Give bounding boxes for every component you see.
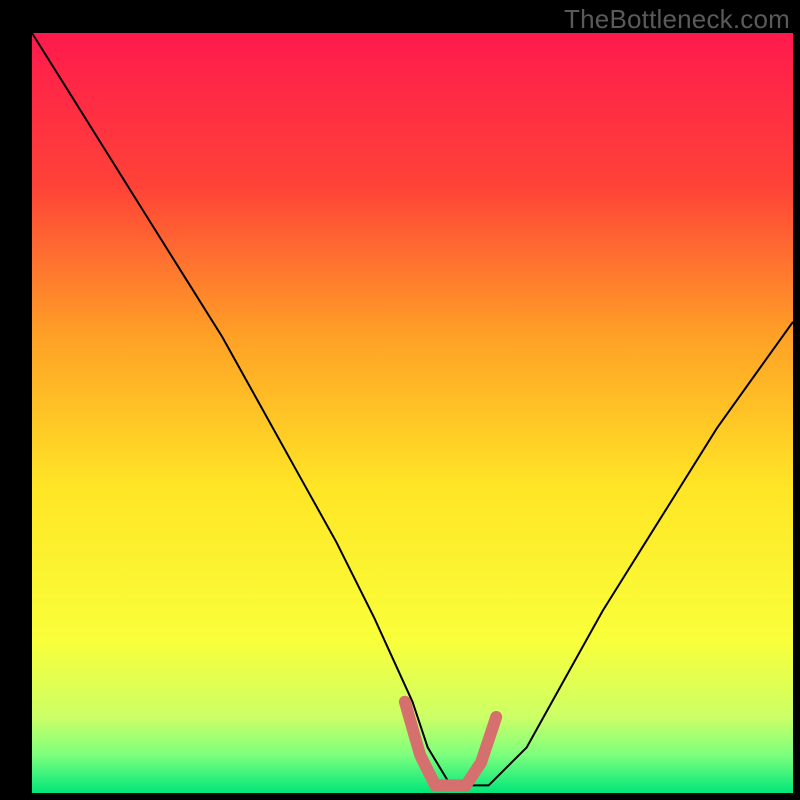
plot-background [32, 33, 793, 793]
bottleneck-chart [0, 0, 800, 800]
watermark-text: TheBottleneck.com [564, 4, 790, 35]
chart-frame: TheBottleneck.com [0, 0, 800, 800]
